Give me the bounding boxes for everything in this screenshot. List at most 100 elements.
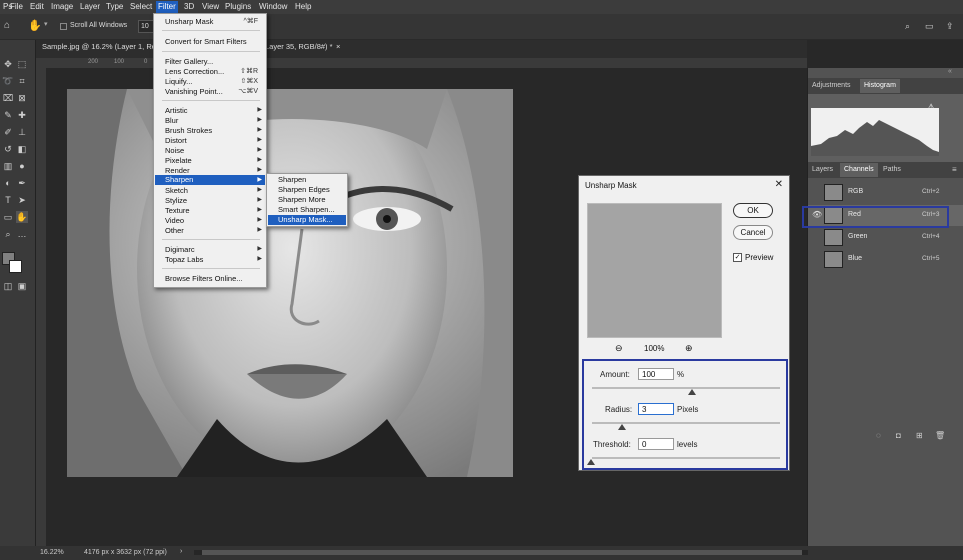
amount-slider-thumb[interactable] xyxy=(688,389,696,395)
trash-icon[interactable]: 🗑 xyxy=(935,431,945,440)
filter-preview[interactable] xyxy=(587,203,722,338)
status-zoom[interactable]: 16.22% xyxy=(40,549,64,556)
menu-item-render[interactable]: Render xyxy=(165,166,190,175)
zoom-out-icon[interactable]: ⊖ xyxy=(615,343,623,354)
document-image[interactable] xyxy=(67,89,513,477)
tab-channels[interactable]: Channels xyxy=(840,163,878,177)
menu-type[interactable]: Type xyxy=(106,2,123,11)
threshold-slider-thumb[interactable] xyxy=(587,459,595,465)
channel-row-blue[interactable]: Blue Ctrl+5 xyxy=(808,249,963,270)
healing-brush-icon[interactable]: ✚ xyxy=(16,109,28,121)
menu-item-digimarc[interactable]: Digimarc xyxy=(165,245,195,254)
dodge-tool-icon[interactable]: ◐ xyxy=(2,177,14,189)
blur-tool-icon[interactable]: ● xyxy=(16,160,28,172)
menu-item-texture[interactable]: Texture xyxy=(165,206,190,215)
menu-item-pixelate[interactable]: Pixelate xyxy=(165,156,192,165)
menu-item-lens-correction[interactable]: Lens Correction... xyxy=(165,67,224,76)
menu-item-other[interactable]: Other xyxy=(165,226,184,235)
menu-item-convert-smart-filters[interactable]: Convert for Smart Filters xyxy=(165,37,247,46)
menu-item-filter-gallery[interactable]: Filter Gallery... xyxy=(165,57,213,66)
collapse-icon[interactable]: « xyxy=(948,68,952,75)
menu-item-sketch[interactable]: Sketch xyxy=(165,186,188,195)
menu-3d[interactable]: 3D xyxy=(184,2,194,11)
menu-item-sharpen[interactable]: Sharpen xyxy=(155,175,265,185)
submenu-item-sharpen[interactable]: Sharpen xyxy=(278,175,306,184)
new-channel-icon[interactable]: ⊞ xyxy=(916,431,923,440)
submenu-item-sharpen-more[interactable]: Sharpen More xyxy=(278,195,326,204)
hand-tool-icon[interactable]: ✋ xyxy=(16,211,28,223)
doc-tab-sample[interactable]: Sample.jpg @ 16.2% (Layer 1, Re xyxy=(42,42,156,51)
tab-adjustments[interactable]: Adjustments xyxy=(808,79,855,93)
menu-item-topaz-labs[interactable]: Topaz Labs xyxy=(165,255,203,264)
home-icon[interactable]: ⌂ xyxy=(4,20,10,31)
save-selection-icon[interactable]: ◘ xyxy=(896,431,901,440)
menu-filter[interactable]: Filter xyxy=(156,1,178,13)
workspace-icon[interactable]: ▭ xyxy=(925,21,934,32)
menu-image[interactable]: Image xyxy=(51,2,73,11)
frame-tool-icon[interactable]: ⊠ xyxy=(16,92,28,104)
search-icon[interactable]: ⌕ xyxy=(905,21,910,32)
move-tool-icon[interactable]: ✥ xyxy=(2,58,14,70)
threshold-slider[interactable] xyxy=(592,457,780,459)
submenu-item-unsharp-mask[interactable]: Unsharp Mask... xyxy=(268,215,346,225)
amount-input[interactable]: 100 xyxy=(638,368,674,380)
crop-tool-icon[interactable]: ⌧ xyxy=(2,92,14,104)
chevron-down-icon[interactable]: ▾ xyxy=(44,20,48,28)
amount-slider[interactable] xyxy=(592,387,780,389)
channel-row-rgb[interactable]: RGB Ctrl+2 xyxy=(808,182,963,203)
menu-select[interactable]: Select xyxy=(130,2,152,11)
load-selection-icon[interactable]: ◌ xyxy=(876,431,881,440)
menu-item-artistic[interactable]: Artistic xyxy=(165,106,188,115)
lasso-tool-icon[interactable]: ➰ xyxy=(2,75,14,87)
ok-button[interactable]: OK xyxy=(733,203,773,218)
menu-plugins[interactable]: Plugins xyxy=(225,2,251,11)
threshold-input[interactable]: 0 xyxy=(638,438,674,450)
preview-checkbox[interactable]: ✓ xyxy=(733,253,742,262)
menu-item-liquify[interactable]: Liquify... xyxy=(165,77,192,86)
menu-view[interactable]: View xyxy=(202,2,219,11)
quick-mask-icon[interactable]: ◫ xyxy=(2,280,14,292)
radius-input[interactable]: 3 xyxy=(638,403,674,415)
menu-item-unsharp-mask-last[interactable]: Unsharp Mask xyxy=(165,17,213,26)
panel-menu-icon[interactable]: ≡ xyxy=(952,165,957,174)
close-icon[interactable]: ✕ xyxy=(775,179,783,190)
menu-layer[interactable]: Layer xyxy=(80,2,100,11)
pen-tool-icon[interactable]: ✒ xyxy=(16,177,28,189)
path-select-icon[interactable]: ➤ xyxy=(16,194,28,206)
tab-paths[interactable]: Paths xyxy=(879,163,905,177)
history-brush-icon[interactable]: ↺ xyxy=(2,143,14,155)
menu-item-blur[interactable]: Blur xyxy=(165,116,178,125)
eyedropper-icon[interactable]: ✎ xyxy=(2,109,14,121)
menu-window[interactable]: Window xyxy=(259,2,287,11)
menu-item-brush-strokes[interactable]: Brush Strokes xyxy=(165,126,212,135)
hand-tool-icon[interactable]: ✋ xyxy=(28,19,42,32)
scroll-all-windows-checkbox[interactable] xyxy=(60,23,67,30)
menu-item-distort[interactable]: Distort xyxy=(165,136,187,145)
scrollbar-thumb[interactable] xyxy=(202,550,802,555)
menu-help[interactable]: Help xyxy=(295,2,311,11)
close-icon[interactable]: × xyxy=(336,42,340,51)
menu-edit[interactable]: Edit xyxy=(30,2,44,11)
screen-mode-icon[interactable]: ▣ xyxy=(16,280,28,292)
quick-select-icon[interactable]: ⌗ xyxy=(16,75,28,87)
submenu-item-smart-sharpen[interactable]: Smart Sharpen... xyxy=(278,205,335,214)
marquee-tool-icon[interactable]: ⬚ xyxy=(16,58,28,70)
chevron-right-icon[interactable]: › xyxy=(180,548,182,555)
menu-item-vanishing-point[interactable]: Vanishing Point... xyxy=(165,87,223,96)
tab-layers[interactable]: Layers xyxy=(808,163,837,177)
zoom-tool-icon[interactable]: ⌕ xyxy=(2,228,14,240)
brush-tool-icon[interactable]: ✐ xyxy=(2,126,14,138)
cancel-button[interactable]: Cancel xyxy=(733,225,773,240)
menu-item-browse-filters[interactable]: Browse Filters Online... xyxy=(165,274,243,283)
more-tools-icon[interactable]: … xyxy=(16,228,28,240)
share-icon[interactable]: ⇪ xyxy=(946,21,954,32)
horizontal-scrollbar[interactable] xyxy=(194,550,808,555)
shape-tool-icon[interactable]: ▭ xyxy=(2,211,14,223)
type-tool-icon[interactable]: T xyxy=(2,194,14,206)
tab-histogram[interactable]: Histogram xyxy=(860,79,900,93)
doc-tab-layer35[interactable]: Layer 35, RGB/8#) * xyxy=(265,42,333,51)
background-color-swatch[interactable] xyxy=(9,260,22,273)
stamp-tool-icon[interactable]: ⊥ xyxy=(16,126,28,138)
radius-slider-thumb[interactable] xyxy=(618,424,626,430)
submenu-item-sharpen-edges[interactable]: Sharpen Edges xyxy=(278,185,330,194)
